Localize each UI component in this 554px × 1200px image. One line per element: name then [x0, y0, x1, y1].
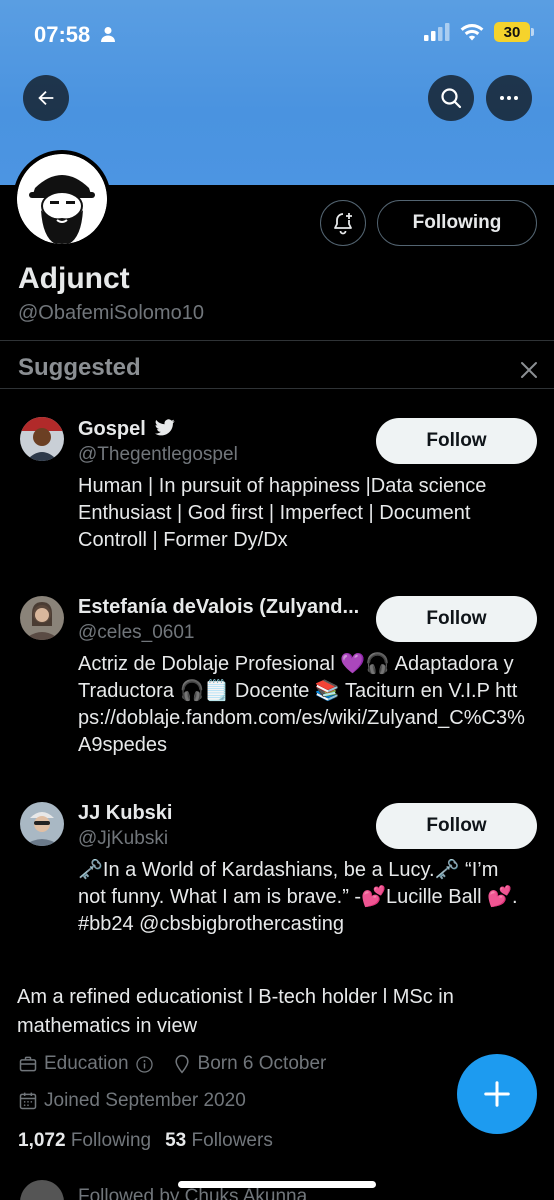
suggested-user-bio: Human | In pursuit of happiness |Data sc… [78, 475, 487, 551]
more-options-button[interactable] [486, 75, 532, 121]
suggested-user-bio: 🗝️In a World of Kardashians, be a Lucy.🗝… [78, 859, 518, 935]
suggested-user-name: Estefanía deValois (Zulyand... [78, 596, 360, 618]
twitter-bird-icon [155, 419, 176, 436]
followers-count-link[interactable]: 53 Followers [165, 1130, 273, 1152]
following-button[interactable]: Following [377, 200, 537, 246]
wifi-icon [460, 24, 484, 41]
following-count-link[interactable]: 1,072 Following [18, 1130, 151, 1152]
home-indicator[interactable] [178, 1181, 376, 1188]
user-avatar[interactable] [20, 417, 64, 461]
location-pin-icon [174, 1054, 189, 1074]
follow-button[interactable]: Follow [376, 596, 537, 642]
user-avatar[interactable] [20, 802, 64, 846]
profile-avatar[interactable] [13, 150, 111, 248]
divider [0, 388, 554, 389]
follow-counts: 1,072 Following 53 Followers [18, 1130, 273, 1152]
info-icon[interactable] [135, 1055, 154, 1074]
arrow-left-icon [38, 90, 54, 106]
suggested-user-handle: @celes_0601 [78, 622, 195, 643]
avatar-image [20, 417, 64, 461]
calendar-icon [19, 1092, 37, 1110]
profile-category: Education [44, 1053, 129, 1074]
search-button[interactable] [428, 75, 474, 121]
signal-icon [424, 23, 450, 41]
profile-handle: @ObafemiSolomo10 [18, 302, 204, 324]
more-icon [500, 96, 518, 100]
suggested-title: Suggested [18, 354, 141, 381]
profile-display-name: Adjunct [18, 262, 130, 295]
avatar-image [20, 802, 64, 846]
profile-born: Born 6 October [197, 1053, 327, 1074]
profile-bio: Am a refined educationist l B-tech holde… [17, 986, 454, 1037]
status-time: 07:58 [34, 22, 91, 47]
suggested-user-handle: @Thegentlegospel [78, 444, 238, 465]
follow-button[interactable]: Follow [376, 803, 537, 849]
divider [0, 340, 554, 341]
briefcase-icon [19, 1056, 37, 1072]
suggested-user-handle: @JjKubski [78, 828, 169, 849]
bell-plus-icon [334, 213, 352, 235]
followed-by-avatar[interactable] [20, 1180, 64, 1200]
status-bar: 07:58 30 [0, 0, 554, 70]
search-icon [441, 88, 462, 109]
close-icon[interactable] [517, 358, 541, 382]
back-button[interactable] [23, 75, 69, 121]
avatar-image [20, 596, 64, 640]
profile-meta-row: Education Born 6 October [18, 1053, 326, 1075]
person-icon [101, 27, 115, 42]
suggested-user-name: JJ Kubski [78, 802, 173, 824]
followed-by-text[interactable]: Followed by Chuks Akunna [78, 1186, 307, 1200]
suggested-user-bio: Actriz de Doblaje Profesional 💜🎧 Adaptad… [78, 653, 525, 756]
follow-button[interactable]: Follow [376, 418, 537, 464]
bearded-man-avatar-icon [17, 154, 107, 244]
compose-button[interactable] [457, 1054, 537, 1134]
plus-icon [484, 1081, 510, 1107]
suggested-user-name: Gospel [78, 418, 176, 441]
notifications-bell-button[interactable] [320, 200, 366, 246]
battery-indicator: 30 [494, 22, 534, 42]
profile-joined: Joined September 2020 [44, 1090, 246, 1111]
user-avatar[interactable] [20, 596, 64, 640]
profile-joined-row: Joined September 2020 [18, 1090, 246, 1112]
